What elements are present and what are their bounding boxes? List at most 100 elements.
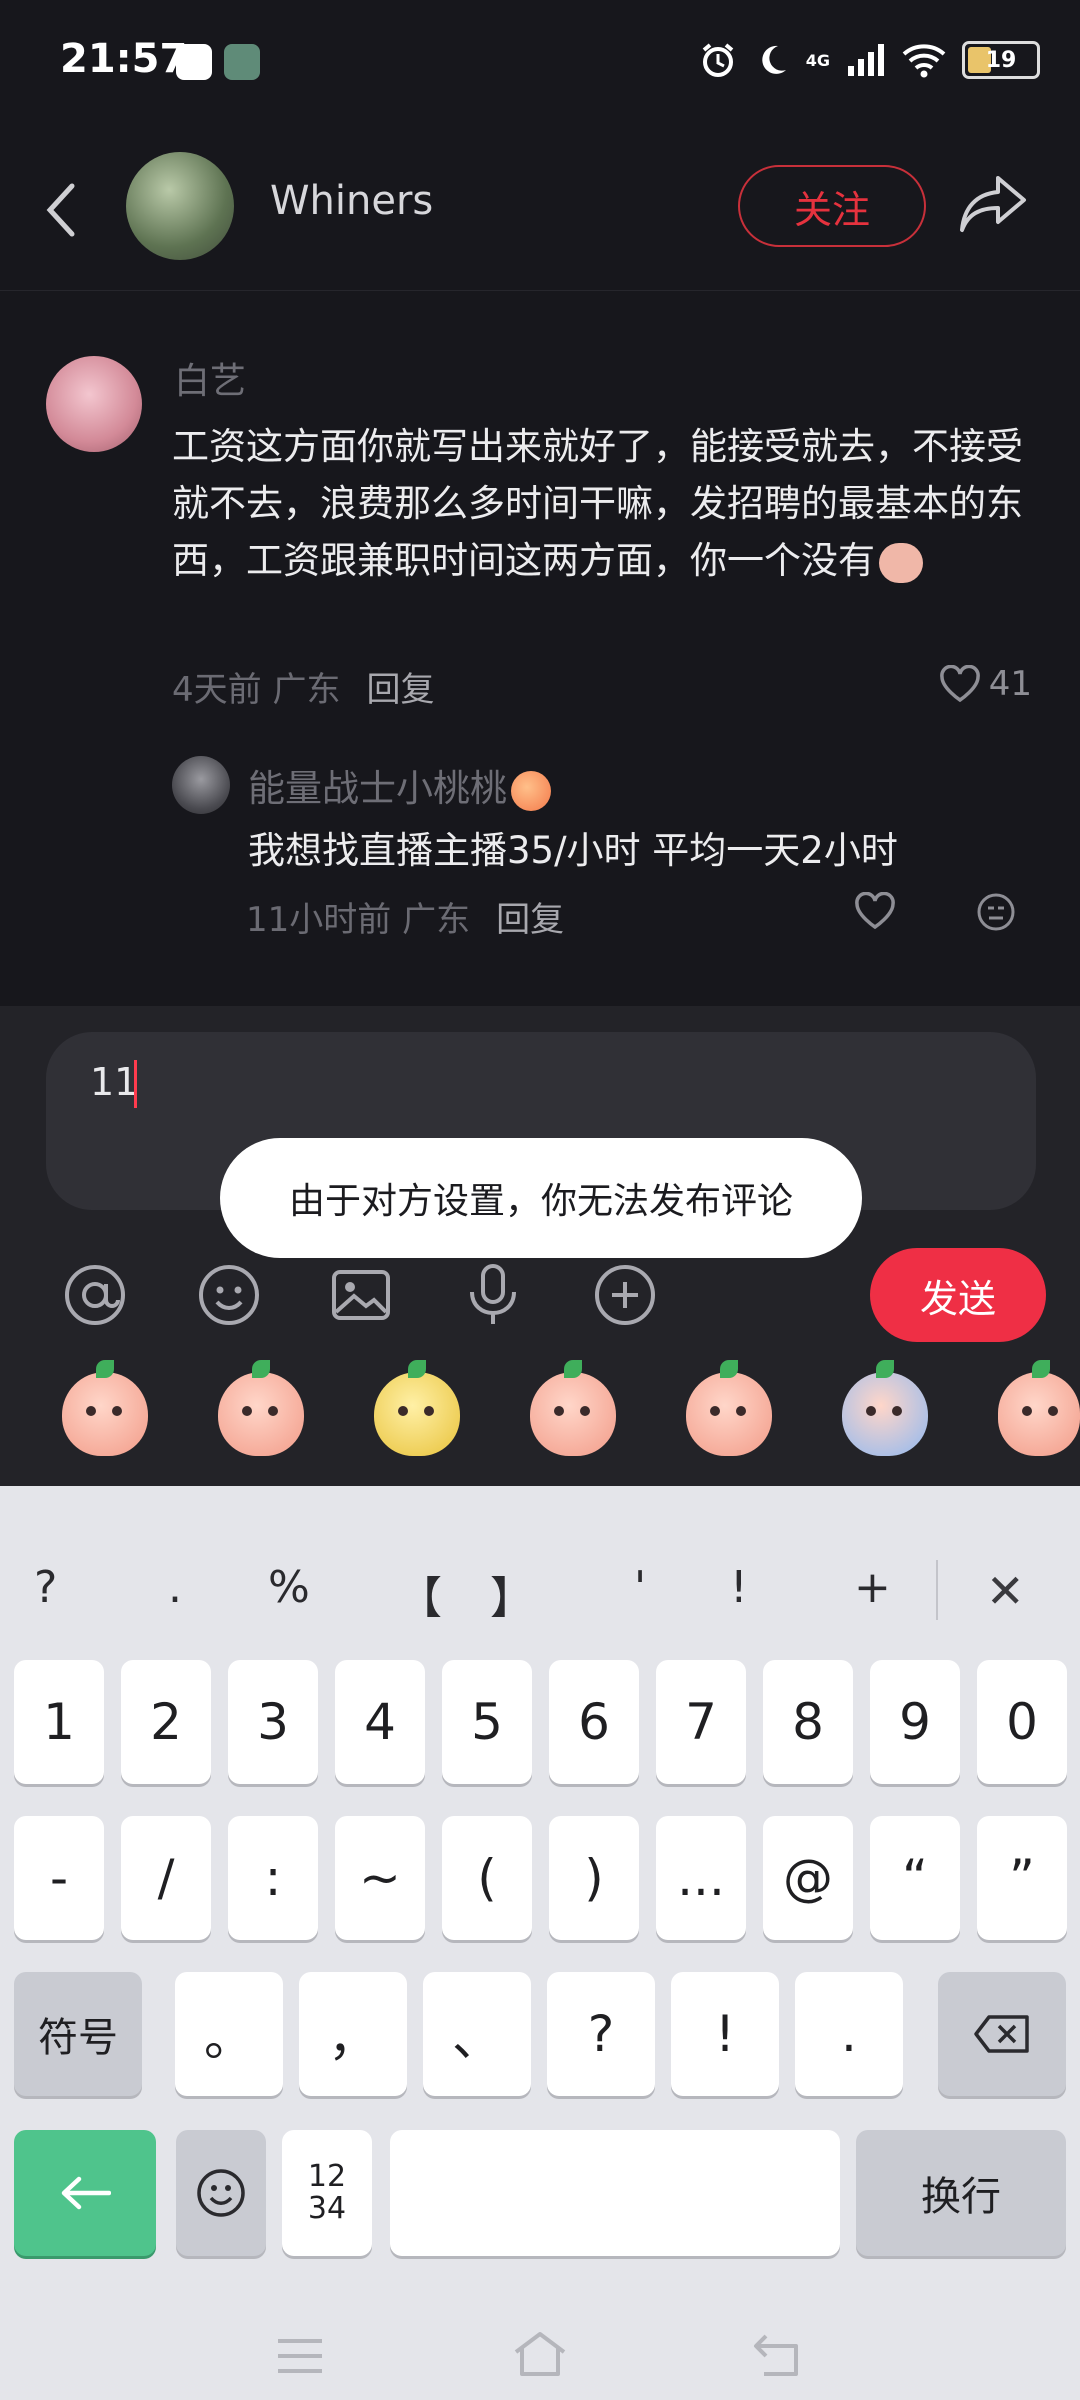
signal-icon (848, 44, 884, 76)
like-count: 41 (988, 664, 1032, 704)
key-exclamation[interactable]: ! (671, 1972, 779, 2096)
sticker-heart-kiss-icon[interactable] (686, 1360, 772, 1456)
key-full-stop[interactable]: 。 (175, 1972, 283, 2096)
smiley-icon (197, 2169, 245, 2217)
key-9[interactable]: 9 (870, 1660, 960, 1784)
symbol-key[interactable]: ! (730, 1562, 748, 1613)
system-navigation-bar (0, 2300, 1080, 2400)
image-icon[interactable] (328, 1262, 394, 1328)
microphone-icon[interactable] (460, 1262, 526, 1328)
symbol-key[interactable]: ? (34, 1562, 57, 1613)
key-open-quote[interactable]: “ (870, 1816, 960, 1940)
return-key[interactable]: 换行 (856, 2130, 1066, 2256)
key-close-quote[interactable]: ” (977, 1816, 1067, 1940)
key-hyphen[interactable]: - (14, 1816, 104, 1940)
collapse-symbols-icon[interactable]: ✕ (986, 1564, 1025, 1618)
comment-time-location: 4天前 广东 (172, 670, 341, 710)
username[interactable]: Whiners (270, 178, 433, 224)
peach-icon (511, 770, 551, 811)
moon-icon (762, 45, 786, 74)
reply-author[interactable]: 能量战士小桃桃 (248, 758, 551, 812)
key-2[interactable]: 2 (121, 1660, 211, 1784)
text-caret (134, 1060, 137, 1108)
key-0[interactable]: 0 (977, 1660, 1067, 1784)
keyboard (0, 1486, 1080, 2400)
key-6[interactable]: 6 (549, 1660, 639, 1784)
user-avatar[interactable] (126, 152, 234, 260)
symbol-row-divider (936, 1560, 938, 1620)
key-ellipsis[interactable]: ... (656, 1816, 746, 1940)
sticker-pleading-icon[interactable] (530, 1360, 616, 1456)
key-5[interactable]: 5 (442, 1660, 532, 1784)
enter-send-key[interactable] (14, 2130, 156, 2256)
key-period[interactable]: . (795, 1972, 903, 2096)
menu-icon[interactable] (276, 2336, 324, 2376)
sticker-crying-waterfall-icon[interactable] (842, 1360, 928, 1456)
arrow-left-icon (61, 2176, 111, 2210)
key-4[interactable]: 4 (335, 1660, 425, 1784)
key-question[interactable]: ? (547, 1972, 655, 2096)
toast-message: 由于对方设置，你无法发布评论 (220, 1138, 862, 1258)
symbol-key[interactable]: + (854, 1562, 891, 1613)
reply-time-location: 11小时前 广东 (246, 900, 471, 940)
follow-button[interactable]: 关注 (738, 165, 926, 247)
comment-reply-button[interactable]: 回复 (366, 670, 434, 710)
key-at[interactable]: @ (763, 1816, 853, 1940)
share-icon[interactable] (958, 172, 1028, 236)
numpad-label-top: 12 (307, 2159, 347, 2194)
key-close-paren[interactable]: ) (549, 1816, 639, 1940)
at-icon[interactable] (62, 1262, 128, 1328)
send-button[interactable]: 发送 (870, 1248, 1046, 1342)
comment-meta: 4天前 广东 回复 (172, 662, 434, 711)
symbol-key[interactable]: 【 (398, 1562, 442, 1626)
sticker-yellow-pup-icon[interactable] (374, 1360, 460, 1456)
key-tilde[interactable]: ~ (335, 1816, 425, 1940)
heart-icon[interactable] (939, 665, 981, 703)
reply-meta: 11小时前 广东 回复 (246, 892, 564, 941)
symbol-key[interactable]: ' (634, 1562, 646, 1613)
reply-reply-button[interactable]: 回复 (496, 900, 564, 940)
symbol-key[interactable]: . (168, 1562, 182, 1613)
commenter-avatar[interactable] (46, 356, 142, 452)
back-arrow-icon[interactable] (40, 180, 80, 240)
heart-icon[interactable] (854, 892, 896, 930)
replier-avatar[interactable] (172, 756, 230, 814)
key-open-paren[interactable]: ( (442, 1816, 532, 1940)
reply-text: 我想找直播主播35/小时 平均一天2小时 (248, 829, 898, 872)
back-nav-icon[interactable] (752, 2332, 804, 2378)
plus-icon[interactable] (592, 1262, 658, 1328)
comment-like[interactable]: 41 (939, 664, 1032, 704)
comment-input-value[interactable]: 11 (90, 1060, 138, 1104)
numpad-key[interactable]: 12 34 (282, 2130, 372, 2256)
backspace-key[interactable] (938, 1972, 1066, 2096)
symbols-key[interactable]: 符号 (14, 1972, 142, 2096)
key-comma[interactable]: ， (299, 1972, 407, 2096)
crying-sticker-icon (879, 542, 923, 583)
home-icon[interactable] (510, 2330, 570, 2378)
status-icons: 4G 19 (698, 40, 1040, 80)
dislike-face-icon[interactable] (976, 892, 1016, 932)
key-enumeration-comma[interactable]: 、 (423, 1972, 531, 2096)
emoji-icon[interactable] (196, 1262, 262, 1328)
status-time: 21:57 (60, 36, 188, 82)
key-8[interactable]: 8 (763, 1660, 853, 1784)
network-type: 4G (805, 50, 830, 70)
app-notification-icon (224, 44, 260, 80)
sticker-smiling-icon[interactable] (998, 1360, 1080, 1456)
symbol-key[interactable]: 】 (490, 1562, 534, 1626)
symbol-key[interactable]: % (268, 1562, 310, 1613)
key-slash[interactable]: / (121, 1816, 211, 1940)
battery-indicator: 19 (962, 41, 1040, 79)
sticker-covering-mouth-icon[interactable] (62, 1360, 148, 1456)
emoji-keyboard-key[interactable] (176, 2130, 266, 2256)
key-1[interactable]: 1 (14, 1660, 104, 1784)
sticker-laughing-crying-icon[interactable] (218, 1360, 304, 1456)
key-colon[interactable]: : (228, 1816, 318, 1940)
numpad-label-bottom: 34 (307, 2191, 347, 2226)
alarm-icon (702, 43, 734, 77)
comment-author[interactable]: 白艺 (174, 352, 246, 404)
key-7[interactable]: 7 (656, 1660, 746, 1784)
key-3[interactable]: 3 (228, 1660, 318, 1784)
space-key[interactable] (390, 2130, 840, 2256)
backspace-icon (974, 2015, 1029, 2053)
